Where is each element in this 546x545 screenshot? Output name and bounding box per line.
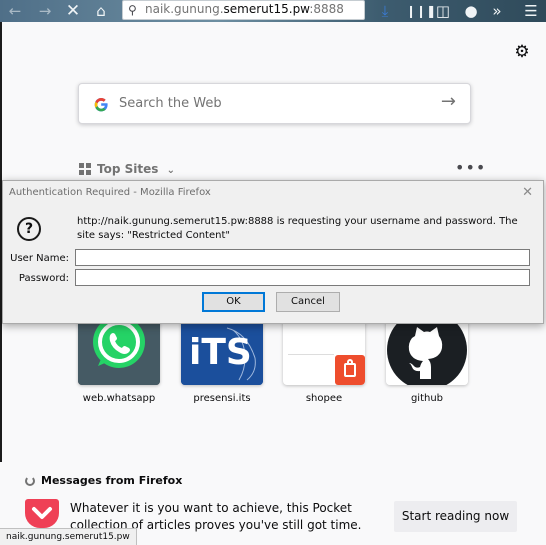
web-search-box[interactable]: Search the Web →: [78, 83, 471, 124]
cancel-button[interactable]: Cancel: [276, 292, 340, 312]
dialog-message: http://naik.gunung.semerut15.pw:8888 is …: [77, 216, 518, 241]
password-label: Password:: [18, 273, 69, 284]
google-icon: [94, 98, 108, 112]
loading-icon: [25, 476, 35, 486]
status-bar-url: naik.gunung.semerut15.pw: [0, 528, 137, 545]
overflow-icon[interactable]: »: [488, 0, 506, 22]
sidebar-icon[interactable]: ◫: [434, 0, 452, 22]
info-icon[interactable]: ⚲: [128, 3, 137, 17]
url-bar[interactable]: ⚲ naik.gunung.semerut15.pw:8888: [122, 0, 365, 20]
tile-label-presensi-its[interactable]: presensi.its: [172, 393, 272, 404]
top-sites-more-icon[interactable]: •••: [455, 158, 486, 177]
menu-icon[interactable]: ☰: [522, 0, 540, 22]
grid-icon: [79, 163, 91, 175]
top-sites-header[interactable]: Top Sites ⌄: [79, 162, 175, 176]
start-reading-button[interactable]: Start reading now: [394, 501, 517, 532]
arrow-right-icon[interactable]: →: [441, 91, 456, 112]
ok-button[interactable]: OK: [202, 292, 265, 312]
its-logo-text: iTS: [189, 332, 252, 373]
tile-label-shopee[interactable]: shopee: [274, 393, 374, 404]
password-field[interactable]: [75, 269, 530, 286]
auth-dialog: Authentication Required - Mozilla Firefo…: [2, 180, 544, 324]
tile-label-github[interactable]: github: [377, 393, 477, 404]
close-icon[interactable]: ✕: [522, 185, 533, 200]
stop-icon[interactable]: ✕: [64, 0, 82, 22]
account-icon[interactable]: ●: [462, 0, 480, 22]
messages-header[interactable]: Messages from Firefox: [25, 474, 182, 487]
shopee-icon: [335, 355, 365, 385]
tile-label-whatsapp[interactable]: web.whatsapp: [69, 393, 169, 404]
library-icon[interactable]: ❙❙❚: [406, 0, 436, 22]
gear-icon[interactable]: ⚙: [512, 42, 532, 62]
back-icon[interactable]: ←: [6, 0, 24, 22]
home-icon[interactable]: ⌂: [92, 0, 110, 22]
chevron-down-icon: ⌄: [166, 165, 175, 176]
search-input[interactable]: Search the Web: [119, 96, 222, 111]
username-field[interactable]: [75, 249, 530, 266]
dialog-title: Authentication Required - Mozilla Firefo…: [9, 187, 211, 198]
messages-header-label: Messages from Firefox: [41, 474, 183, 487]
browser-toolbar: ← → ✕ ⌂ ⚲ naik.gunung.semerut15.pw:8888 …: [0, 0, 546, 22]
url-text: naik.gunung.semerut15.pw:8888: [145, 2, 344, 16]
question-icon: ?: [17, 217, 41, 241]
top-sites-label: Top Sites: [97, 162, 159, 176]
pocket-icon: [25, 499, 59, 528]
forward-icon[interactable]: →: [36, 0, 54, 22]
download-icon[interactable]: ⤓: [376, 0, 394, 22]
username-label: User Name:: [10, 253, 69, 264]
